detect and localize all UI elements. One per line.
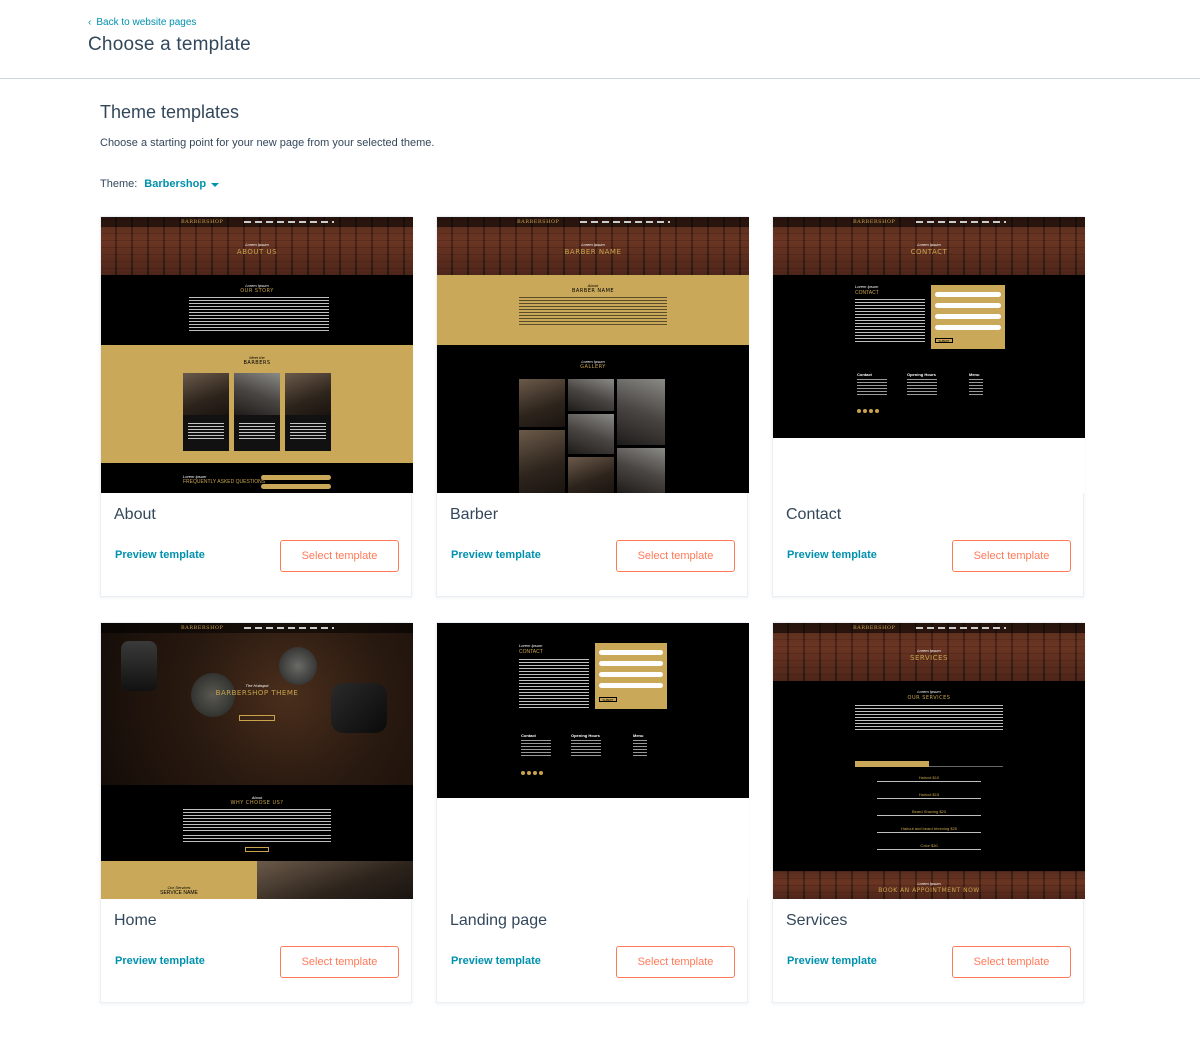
thumb-hero: BARBERSHOP The Hubspot BARBERSHOP THEME [101, 623, 413, 785]
select-template-button[interactable]: Select template [280, 946, 399, 978]
select-template-button[interactable]: Select template [616, 946, 735, 978]
thumb-service: Our Services SERVICE NAME [101, 861, 413, 899]
section-title: Theme templates [100, 102, 240, 122]
thumb-hero: BARBERSHOP Lorem Ipsum CONTACT [773, 217, 1085, 275]
thumb-contact-section: Lorem Ipsum CONTACT SUBMIT Contact Openi… [437, 623, 749, 798]
thumb-story: Lorem Ipsum OUR STORY [101, 275, 413, 345]
caret-down-icon [211, 182, 220, 187]
thumb-barbers: Meet the BARBERS [101, 345, 413, 463]
page-header: ‹ Back to website pages Choose a templat… [0, 0, 1200, 79]
theme-dropdown[interactable]: Barbershop [144, 178, 220, 190]
select-template-button[interactable]: Select template [952, 540, 1071, 572]
page-title: Choose a template [88, 34, 251, 55]
template-name: About [114, 506, 156, 523]
template-thumbnail[interactable]: BARBERSHOP Lorem Ipsum SERVICES Lorem Ip… [773, 623, 1085, 899]
theme-label: Theme: [100, 178, 138, 190]
preview-template-link[interactable]: Preview template [115, 955, 205, 967]
template-thumbnail[interactable]: BARBERSHOP Lorem Ipsum ABOUT US Lorem Ip… [101, 217, 413, 493]
template-thumbnail[interactable]: BARBERSHOP The Hubspot BARBERSHOP THEME … [101, 623, 413, 899]
thumb-about-barber: About BARBER NAME [437, 275, 749, 345]
template-thumbnail[interactable]: BARBERSHOP Lorem Ipsum BARBER NAME About… [437, 217, 749, 493]
back-link-label: Back to website pages [96, 17, 197, 28]
template-card-services[interactable]: BARBERSHOP Lorem Ipsum SERVICES Lorem Ip… [772, 622, 1085, 1003]
section-description: Choose a starting point for your new pag… [100, 137, 435, 149]
thumb-book: Lorem Ipsum BOOK AN APPOINTMENT NOW [773, 871, 1085, 899]
theme-row: Theme: Barbershop [100, 178, 220, 190]
thumb-gallery: Lorem Ipsum GALLERY [437, 345, 749, 493]
template-card-barber[interactable]: BARBERSHOP Lorem Ipsum BARBER NAME About… [436, 216, 749, 597]
template-card-home[interactable]: BARBERSHOP The Hubspot BARBERSHOP THEME … [100, 622, 413, 1003]
preview-template-link[interactable]: Preview template [451, 955, 541, 967]
template-name: Services [786, 912, 848, 929]
preview-template-link[interactable]: Preview template [115, 549, 205, 561]
template-thumbnail[interactable]: Lorem Ipsum CONTACT SUBMIT Contact Openi… [437, 623, 749, 899]
thumb-services-list: Lorem Ipsum OUR SERVICES Haircut $10 Hai… [773, 681, 1085, 871]
theme-value: Barbershop [144, 178, 207, 190]
template-card-landing-page[interactable]: Lorem Ipsum CONTACT SUBMIT Contact Openi… [436, 622, 749, 1003]
back-link[interactable]: ‹ Back to website pages [88, 17, 196, 28]
chevron-left-icon: ‹ [88, 16, 92, 28]
template-card-contact[interactable]: BARBERSHOP Lorem Ipsum CONTACT Lorem Ips… [772, 216, 1085, 597]
template-name: Barber [450, 506, 499, 523]
template-thumbnail[interactable]: BARBERSHOP Lorem Ipsum CONTACT Lorem Ips… [773, 217, 1085, 493]
template-card-about[interactable]: BARBERSHOP Lorem Ipsum ABOUT US Lorem Ip… [100, 216, 413, 597]
thumb-hero: BARBERSHOP Lorem Ipsum SERVICES [773, 623, 1085, 681]
select-template-button[interactable]: Select template [616, 540, 735, 572]
preview-template-link[interactable]: Preview template [787, 549, 877, 561]
template-name: Contact [786, 506, 842, 523]
preview-template-link[interactable]: Preview template [787, 955, 877, 967]
template-name: Home [114, 912, 157, 929]
thumb-hero: BARBERSHOP Lorem Ipsum ABOUT US [101, 217, 413, 275]
select-template-button[interactable]: Select template [280, 540, 399, 572]
preview-template-link[interactable]: Preview template [451, 549, 541, 561]
thumb-contact-section: Lorem Ipsum CONTACT SUBMIT Contact Openi… [773, 275, 1085, 438]
thumb-hero: BARBERSHOP Lorem Ipsum BARBER NAME [437, 217, 749, 275]
thumb-faq: Lorem Ipsum FREQUENTLY ASKED QUESTIONS [101, 463, 413, 493]
select-template-button[interactable]: Select template [952, 946, 1071, 978]
template-name: Landing page [450, 912, 547, 929]
thumb-why: About WHY CHOOSE US? [101, 785, 413, 861]
